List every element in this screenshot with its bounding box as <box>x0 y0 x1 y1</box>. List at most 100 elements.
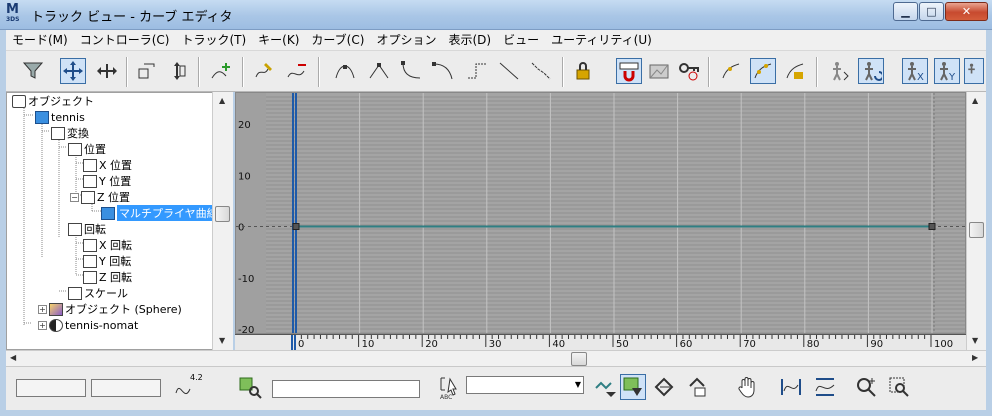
scroll-up-icon[interactable]: ▲ <box>972 96 978 105</box>
move-horizontal-button[interactable] <box>94 58 120 84</box>
move-keys-button[interactable] <box>60 58 86 84</box>
tree-item-y-position[interactable]: Y 位置 <box>83 173 131 189</box>
biped-rotate-button[interactable] <box>858 58 884 84</box>
isolate-curve-button[interactable] <box>592 374 618 400</box>
tree-item-position[interactable]: 位置 <box>68 141 106 157</box>
tree-item-x-rotation[interactable]: X 回転 <box>83 237 132 253</box>
scroll-left-icon[interactable]: ◀ <box>10 353 16 362</box>
value-scale-button[interactable]: 4.2 <box>174 371 206 401</box>
tree-item-x-position[interactable]: X 位置 <box>83 157 132 173</box>
tangent-slow-button[interactable] <box>430 58 456 84</box>
frame-field[interactable] <box>16 379 86 397</box>
lock-keys-button[interactable] <box>684 374 710 400</box>
tangent-fast-button[interactable] <box>398 58 424 84</box>
tree-item-tennis-nomat[interactable]: + tennis-nomat <box>38 317 138 333</box>
tree-item-object-sphere[interactable]: + オブジェクト (Sphere) <box>38 301 182 317</box>
tree-item-tennis[interactable]: tennis <box>35 109 85 125</box>
scroll-up-icon[interactable]: ▲ <box>219 96 225 105</box>
curve-graph-canvas[interactable]: 20 10 0 -10 -20 <box>236 93 966 334</box>
graph-vertical-scrollbar[interactable]: ▲ ▼ <box>966 92 986 350</box>
scroll-down-icon[interactable]: ▼ <box>972 336 978 345</box>
expand-icon[interactable]: + <box>38 304 47 314</box>
app-icon[interactable]: M 3DS <box>6 3 26 25</box>
menu-controller[interactable]: コントローラ(C) <box>74 30 176 50</box>
maximize-button[interactable]: □ <box>919 2 944 21</box>
selected-object-name-field[interactable] <box>272 380 420 398</box>
tangent-step-button[interactable] <box>464 58 490 84</box>
filter-down-icon <box>623 377 642 396</box>
tangent-linear-button[interactable] <box>496 58 522 84</box>
biped-y-button[interactable]: Y <box>934 58 960 84</box>
menu-mode[interactable]: モード(M) <box>6 30 74 50</box>
time-ruler[interactable]: 0 10 20 30 40 50 60 70 80 90 100 <box>235 334 966 351</box>
tree-vertical-scrollbar[interactable]: ▲ ▼ <box>212 92 233 350</box>
add-keys-button[interactable] <box>208 58 234 84</box>
controller-tree[interactable]: オブジェクト tennis 変換 位置 X 位置 Y 位置 − Z 位置 マルチ… <box>6 92 233 350</box>
zoom-horizontal-extents-button[interactable] <box>778 374 804 400</box>
scroll-thumb[interactable] <box>571 352 587 366</box>
biped-z-button[interactable] <box>964 58 984 84</box>
scale-keys-button[interactable] <box>164 58 190 84</box>
pan-button[interactable] <box>734 374 760 400</box>
zoom-value-extents-button[interactable] <box>812 374 838 400</box>
curve-key[interactable] <box>292 223 300 230</box>
curve-icon <box>83 174 97 188</box>
biped-move-button[interactable] <box>826 58 852 84</box>
tree-item-y-rotation[interactable]: Y 回転 <box>83 253 131 269</box>
filter-selected-button[interactable]: ABC <box>438 375 464 401</box>
filters-button[interactable] <box>20 58 46 84</box>
tree-item-transform[interactable]: 変換 <box>51 125 89 141</box>
menu-keys[interactable]: キー(K) <box>252 30 305 50</box>
menu-view[interactable]: ビュー <box>497 30 545 50</box>
tangent-auto-button[interactable] <box>332 58 358 84</box>
value-extents-icon <box>815 378 835 396</box>
zoom-selected-button[interactable] <box>238 375 262 399</box>
expand-icon[interactable]: + <box>38 320 47 330</box>
tree-item-objects[interactable]: オブジェクト <box>12 93 94 109</box>
zoom-region-button[interactable] <box>886 374 912 400</box>
lock-selection-button[interactable] <box>782 58 808 84</box>
slide-keys-button[interactable] <box>134 58 160 84</box>
curve-graph[interactable]: 20 10 0 -10 -20 <box>235 92 966 334</box>
draw-curves-button[interactable] <box>252 58 278 84</box>
show-all-tangents-button[interactable] <box>750 58 776 84</box>
tree-item-scale[interactable]: スケール <box>68 285 128 301</box>
menu-options[interactable]: オプション <box>370 30 442 50</box>
scroll-down-icon[interactable]: ▼ <box>219 336 225 345</box>
scroll-thumb[interactable] <box>215 206 230 222</box>
minimize-button[interactable]: ▁ <box>893 2 918 21</box>
tree-item-z-position[interactable]: − Z 位置 <box>70 189 130 205</box>
tree-item-rotation[interactable]: 回転 <box>68 221 106 237</box>
tangent-smooth-button[interactable] <box>528 58 554 84</box>
menu-display[interactable]: 表示(D) <box>442 30 497 50</box>
menu-curves[interactable]: カーブ(C) <box>305 30 370 50</box>
zoom-icon <box>857 378 876 397</box>
lock-tangents-button[interactable] <box>570 58 596 84</box>
menu-tracks[interactable]: トラック(T) <box>175 30 252 50</box>
menu-utilities[interactable]: ユーティリティ(U) <box>545 30 658 50</box>
close-button[interactable]: ✕ <box>945 2 988 21</box>
zoom-button[interactable] <box>854 374 880 400</box>
value-field[interactable] <box>91 379 161 397</box>
tree-item-label: Y 位置 <box>99 175 132 188</box>
collapse-icon[interactable]: − <box>70 192 79 202</box>
tangent-custom-button[interactable] <box>366 58 392 84</box>
x-tick-label: 10 <box>362 339 375 350</box>
parameter-curve-button[interactable] <box>646 58 672 84</box>
show-keyable-button[interactable] <box>676 58 702 84</box>
tree-item-z-rotation[interactable]: Z 回転 <box>83 269 132 285</box>
swap-curves-button[interactable] <box>652 374 678 400</box>
show-tangents-button[interactable] <box>718 58 744 84</box>
selection-set-combo[interactable]: ▼ <box>466 376 584 394</box>
time-slider[interactable] <box>292 93 294 334</box>
biped-x-button[interactable]: X <box>902 58 928 84</box>
reduce-keys-button[interactable] <box>284 58 310 84</box>
snap-frames-button[interactable] <box>616 58 642 84</box>
horizontal-scrollbar[interactable]: ◀ ▶ <box>6 350 986 366</box>
tree-item-multiplier-curve[interactable]: マルチプライヤ曲線 <box>101 205 220 221</box>
filter-down-button[interactable] <box>620 374 646 400</box>
scroll-right-icon[interactable]: ▶ <box>972 353 978 362</box>
scroll-thumb[interactable] <box>969 222 984 238</box>
curve-key[interactable] <box>928 223 936 230</box>
x-tick-label: 40 <box>552 339 565 350</box>
